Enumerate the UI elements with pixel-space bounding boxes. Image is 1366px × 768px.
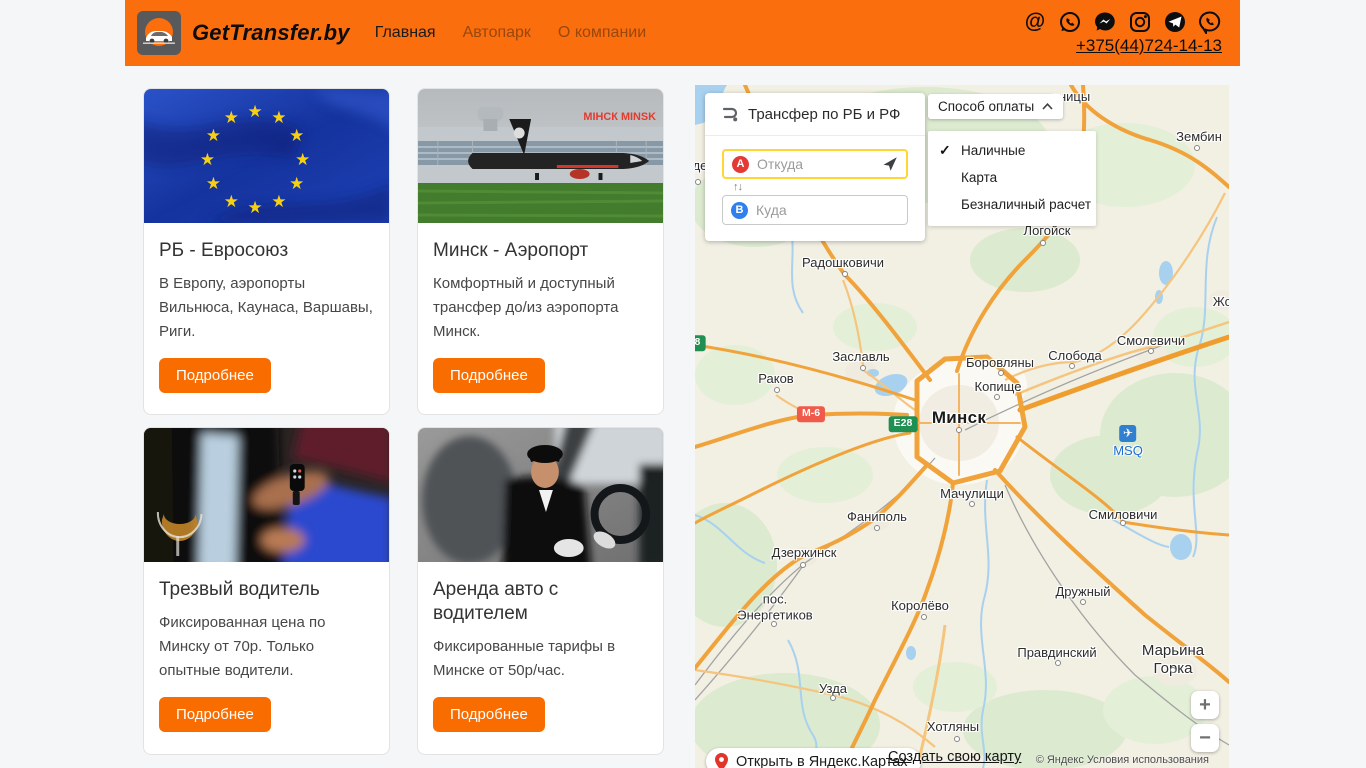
phone-link[interactable]: +375(44)724-14-13 — [1076, 36, 1222, 56]
airport-code: MSQ — [1113, 443, 1143, 458]
car-logo-icon — [143, 18, 175, 46]
route-form: Трансфер по РБ и РФ A Откуда ↑↓ B Куда — [705, 93, 925, 241]
card-title: Аренда авто с водителем — [433, 579, 559, 624]
minsk-airport-image: МІНСК MINSK — [418, 89, 663, 223]
payment-option-cashless[interactable]: Безналичный расчет — [928, 191, 1096, 218]
email-at-icon[interactable]: @ — [1023, 10, 1047, 34]
route-form-body: A Откуда ↑↓ B Куда — [705, 136, 925, 241]
telegram-icon[interactable] — [1163, 10, 1187, 34]
details-button[interactable]: Подробнее — [159, 357, 271, 393]
card-description: Фиксированная цена по Минску от 70р. Тол… — [159, 613, 326, 679]
route-form-header: Трансфер по РБ и РФ — [705, 93, 925, 136]
card-body: РБ - Евросоюз В Европу, аэропорты Вильню… — [144, 223, 389, 393]
details-button[interactable]: Подробнее — [433, 696, 545, 732]
svg-text:★: ★ — [289, 126, 304, 145]
card-title: РБ - Евросоюз — [159, 240, 289, 261]
details-button[interactable]: Подробнее — [159, 696, 271, 732]
payment-dropdown: ✓ Наличные Карта Безналичный расчет — [928, 131, 1096, 226]
card-sober-driver: Трезвый водитель Фиксированная цена по М… — [143, 427, 390, 755]
svg-text:★: ★ — [248, 198, 263, 217]
card-eu: ★ ★ ★ ★ ★ ★ ★ ★ ★ ★ ★ ★ РБ - Евросоюз В Европу, … — [143, 88, 390, 415]
card-description: Фиксированные тарифы в Минске от 50р/час… — [433, 637, 616, 679]
zoom-in-button[interactable]: + — [1191, 691, 1219, 719]
open-yandex-maps-label: Открыть в Яндекс.Картах — [736, 753, 908, 768]
airport-caption: МІНСК MINSK — [583, 111, 656, 123]
create-map-link[interactable]: Создать свою карту — [888, 749, 1021, 765]
route-icon — [722, 107, 738, 122]
payment-method-button[interactable]: Способ оплаты — [928, 94, 1064, 119]
messenger-icon[interactable] — [1093, 10, 1117, 34]
nav-item-home[interactable]: Главная — [375, 24, 436, 42]
to-placeholder: Куда — [756, 202, 787, 218]
logo[interactable] — [137, 11, 181, 55]
details-button[interactable]: Подробнее — [433, 357, 545, 393]
yandex-map[interactable]: еницы Зембин Логойск Радошковичи Заславль Рак… — [695, 85, 1229, 768]
svg-text:★: ★ — [206, 174, 221, 193]
payment-option-label: Наличные — [961, 143, 1026, 158]
service-cards: ★ ★ ★ ★ ★ ★ ★ ★ ★ ★ ★ ★ РБ - Евросоюз В Европу, … — [143, 88, 664, 755]
airplane-icon: ✈ — [1119, 425, 1137, 442]
card-airport: МІНСК MINSK Минск - Аэропорт Комфортный … — [417, 88, 664, 415]
driver-rental-image — [418, 428, 663, 562]
route-form-title: Трансфер по РБ и РФ — [748, 105, 901, 123]
viber-icon[interactable] — [1198, 10, 1222, 34]
card-title: Трезвый водитель — [159, 579, 320, 600]
card-description: В Европу, аэропорты Вильнюса, Каунаса, В… — [159, 274, 373, 340]
from-placeholder: Откуда — [757, 156, 804, 172]
page: GetTransfer.by Главная Автопарк О компан… — [0, 0, 1366, 768]
header: GetTransfer.by Главная Автопарк О компан… — [125, 0, 1240, 66]
svg-text:★: ★ — [200, 150, 215, 169]
instagram-icon[interactable] — [1128, 10, 1152, 34]
brand-title[interactable]: GetTransfer.by — [192, 20, 350, 46]
main-nav: Главная Автопарк О компании — [375, 24, 646, 42]
card-title: Минск - Аэропорт — [433, 240, 589, 261]
map-pin-icon — [715, 752, 728, 768]
card-rental: Аренда авто с водителем Фиксированные та… — [417, 427, 664, 755]
whatsapp-icon[interactable] — [1058, 10, 1082, 34]
svg-text:★: ★ — [271, 192, 286, 211]
map-copyright[interactable]: © Яндекс Условия использования — [1036, 754, 1209, 766]
svg-text:★: ★ — [224, 108, 239, 127]
card-body: Трезвый водитель Фиксированная цена по М… — [144, 562, 389, 732]
card-body: Аренда авто с водителем Фиксированные та… — [418, 562, 663, 732]
to-input[interactable]: B Куда — [722, 195, 908, 225]
card-description: Комфортный и доступный трансфер до/из аэ… — [433, 274, 619, 340]
marker-b: B — [731, 201, 748, 219]
nav-item-fleet[interactable]: Автопарк — [463, 24, 531, 42]
card-body: Минск - Аэропорт Комфортный и доступный … — [418, 223, 663, 393]
chevron-up-icon — [1042, 103, 1053, 110]
nav-item-about[interactable]: О компании — [558, 24, 646, 42]
svg-text:@: @ — [1025, 10, 1045, 33]
check-icon: ✓ — [939, 142, 951, 158]
payment-option-label: Карта — [961, 170, 998, 185]
zoom-out-button[interactable]: − — [1191, 724, 1219, 752]
eu-flag-image: ★ ★★ ★★★ ★★★ ★★★ — [144, 89, 389, 223]
swap-directions-icon[interactable]: ↑↓ — [722, 179, 752, 195]
svg-text:★: ★ — [206, 126, 221, 145]
header-contacts: @ +375(44)724-14-13 — [1023, 10, 1222, 56]
from-input[interactable]: A Откуда — [722, 149, 908, 179]
svg-text:★: ★ — [224, 192, 239, 211]
airport-badge: ✈ MSQ — [1113, 425, 1143, 458]
payment-option-label: Безналичный расчет — [961, 197, 1092, 212]
payment-option-card[interactable]: Карта — [928, 164, 1096, 191]
svg-text:★: ★ — [289, 174, 304, 193]
sober-driver-image — [144, 428, 389, 562]
payment-option-cash[interactable]: ✓ Наличные — [928, 137, 1096, 164]
svg-text:★: ★ — [271, 108, 286, 127]
svg-text:★: ★ — [295, 150, 310, 169]
payment-method-label: Способ оплаты — [938, 99, 1035, 114]
geolocate-icon[interactable] — [882, 156, 898, 172]
marker-a: A — [732, 155, 749, 173]
svg-text:★: ★ — [248, 102, 263, 121]
social-icons: @ — [1023, 10, 1222, 34]
